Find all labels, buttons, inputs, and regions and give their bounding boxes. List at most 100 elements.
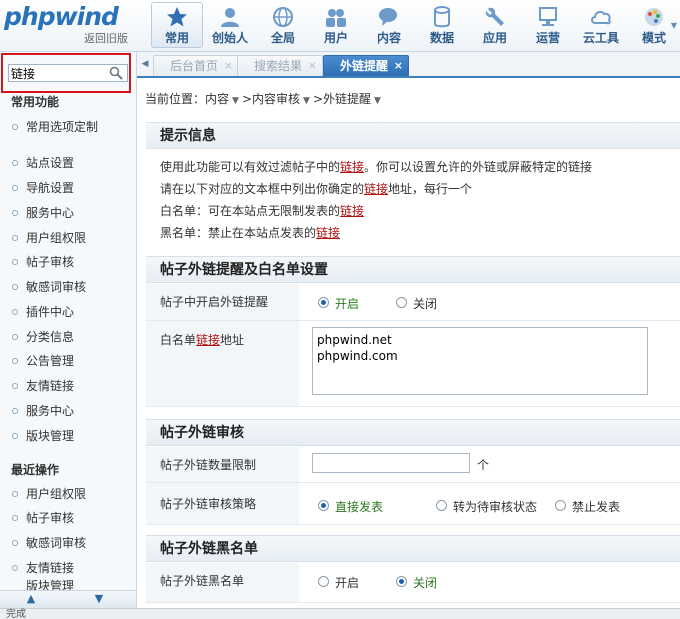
sidebar-item-label: 版块管理 [26,429,75,443]
radio-checked-icon [318,500,329,511]
logo-brand: phpwind [4,2,119,31]
breadcrumb: 当前位置：内容 ▼ >内容审核 ▼ >外链提醒 ▼ [145,90,384,107]
nav-label: 数据 [429,31,454,45]
bullet-icon [12,515,18,521]
nav-item-mode[interactable]: 模式 ▼ [628,2,680,48]
recent-item-post-review[interactable]: 帖子审核 [0,507,136,529]
main-content: 当前位置：内容 ▼ >内容审核 ▼ >外链提醒 ▼ 提示信息 使用此功能可以有效过滤帖子中… [137,80,680,608]
setting-label: 白名单链接地址 [146,321,299,406]
nav-item-users[interactable]: 用户 [310,2,362,48]
nav-label: 模式 [641,31,666,45]
nav-item-founder[interactable]: 创始人 [204,2,256,48]
setting-label: 帖子外链审核策略 [146,483,299,524]
recent-item-friend-links[interactable]: 友情链接 [0,557,136,579]
bullet-icon [12,185,18,191]
bullet-icon [12,408,18,414]
sidebar-item-usergroup-perms[interactable]: 用户组权限 [0,227,136,249]
sidebar-item-post-review[interactable]: 帖子审核 [0,251,136,273]
radio-label: 转为待审核状态 [453,500,538,514]
sidebar-item-friend-links[interactable]: 友情链接 [0,375,136,397]
sidebar-item-site-settings[interactable]: 站点设置 [0,152,136,174]
chevron-up-icon[interactable]: ▲ [24,593,38,605]
sidebar-item-announcements[interactable]: 公告管理 [0,350,136,372]
bullet-icon [12,334,18,340]
breadcrumb-separator: ： [193,92,206,106]
database-icon [434,6,450,28]
nav-item-global[interactable]: 全局 [257,2,309,48]
sidebar-item-label: 站点设置 [26,156,75,170]
bullet-icon [12,383,18,389]
tip-text: 地址，每行一个 [388,182,473,196]
tip-text: 。你可以设置允许的外链或屏蔽特定的链接 [364,160,593,174]
radio-label: 开启 [335,297,360,311]
sidebar-heading-recent: 最近操作 [11,463,60,477]
label-text: 白名单 [160,333,197,347]
radio-label: 关闭 [413,297,438,311]
nav-item-common[interactable]: 常用 [151,2,203,48]
bullet-icon [12,309,18,315]
keyword-highlight: 链接 [364,182,389,196]
status-bar: 完成 [0,608,680,619]
bullet-icon [12,565,18,571]
sidebar-item-label: 公告管理 [26,354,75,368]
setting-value: phpwind.net phpwind.com [299,321,680,406]
sidebar-item-forum-management[interactable]: 版块管理 [0,425,136,447]
close-icon[interactable]: × [308,56,317,76]
search-icon[interactable] [109,66,123,80]
setting-label: 帖子中开启外链提醒 [146,284,299,320]
back-to-old-version-link[interactable]: 返回旧版 [84,30,128,46]
radio-unchecked-icon [436,500,447,511]
link-limit-input[interactable] [312,453,470,473]
close-icon[interactable]: × [394,56,403,76]
bullet-icon [12,358,18,364]
nav-item-content[interactable]: 内容 [363,2,415,48]
keyword-highlight: 链接 [340,160,365,174]
sidebar: 常用功能 常用选项定制 站点设置 导航设置 服务中心 用户组权限 帖子审核 敏感… [0,52,137,608]
monitor-icon [539,7,557,26]
keyword-highlight: 链接 [340,204,365,218]
search-input[interactable] [11,66,103,81]
breadcrumb-item[interactable]: 外链提醒 [323,92,371,106]
chevron-down-icon[interactable]: ▼ [92,593,106,605]
breadcrumb-prefix: 当前位置 [145,92,194,106]
setting-value: 直接发表 转为待审核状态 禁止发表 [299,483,680,524]
tab-search-results[interactable]: 搜索结果 × [237,55,324,76]
sidebar-item-label: 服务中心 [26,206,75,220]
sidebar-item-plugins[interactable]: 插件中心 [0,301,136,323]
tip-text: 白名单：可在本站点无限制发表的 [160,204,341,218]
bullet-icon [12,160,18,166]
recent-item-forum-management[interactable]: 版块管理 [0,579,136,590]
tip-text: 请在以下对应的文本框中列出你确定的 [160,182,365,196]
bullet-icon [12,210,18,216]
recent-item-usergroup-perms[interactable]: 用户组权限 [0,483,136,505]
sidebar-item-service-center-2[interactable]: 服务中心 [0,400,136,422]
close-icon[interactable]: × [224,56,233,76]
radio-label: 禁止发表 [572,500,621,514]
keyword-highlight: 链接 [316,226,341,240]
nav-item-cloud-tools[interactable]: 云工具 [575,2,627,48]
tab-bar: ◀ 后台首页 × 搜索结果 × 外链提醒 × [137,52,680,78]
setting-label: 帖子外链黑名单 [146,563,299,602]
sidebar-item-nav-settings[interactable]: 导航设置 [0,177,136,199]
whitelist-entry: phpwind.net [317,333,392,347]
sidebar-item-categories[interactable]: 分类信息 [0,326,136,348]
recent-item-sensitive-words[interactable]: 敏感词审核 [0,532,136,554]
sidebar-item-service-center[interactable]: 服务中心 [0,202,136,224]
nav-item-operations[interactable]: 运营 [522,2,574,48]
radio-unchecked-icon [396,297,407,308]
sidebar-item-label: 友情链接 [26,561,75,575]
sidebar-item-sensitive-words[interactable]: 敏感词审核 [0,276,136,298]
chevron-left-icon[interactable]: ◀ [139,57,151,71]
logo[interactable]: phpwind 返回旧版 [4,2,132,46]
nav-item-data[interactable]: 数据 [416,2,468,48]
cloud-icon [591,10,611,25]
nav-item-apps[interactable]: 应用 [469,2,521,48]
whitelist-textarea[interactable]: phpwind.net phpwind.com [312,327,648,395]
breadcrumb-item[interactable]: 内容审核 [252,92,300,106]
sidebar-item-label: 友情链接 [26,379,75,393]
setting-row-whitelist-addresses: 白名单链接地址 phpwind.net phpwind.com [146,321,680,407]
tab-admin-home[interactable]: 后台首页 × [153,55,240,76]
tab-outlink-reminder[interactable]: 外链提醒 × [323,55,410,76]
sidebar-item-common-options[interactable]: 常用选项定制 [0,116,136,138]
breadcrumb-item[interactable]: 内容 [205,92,229,106]
